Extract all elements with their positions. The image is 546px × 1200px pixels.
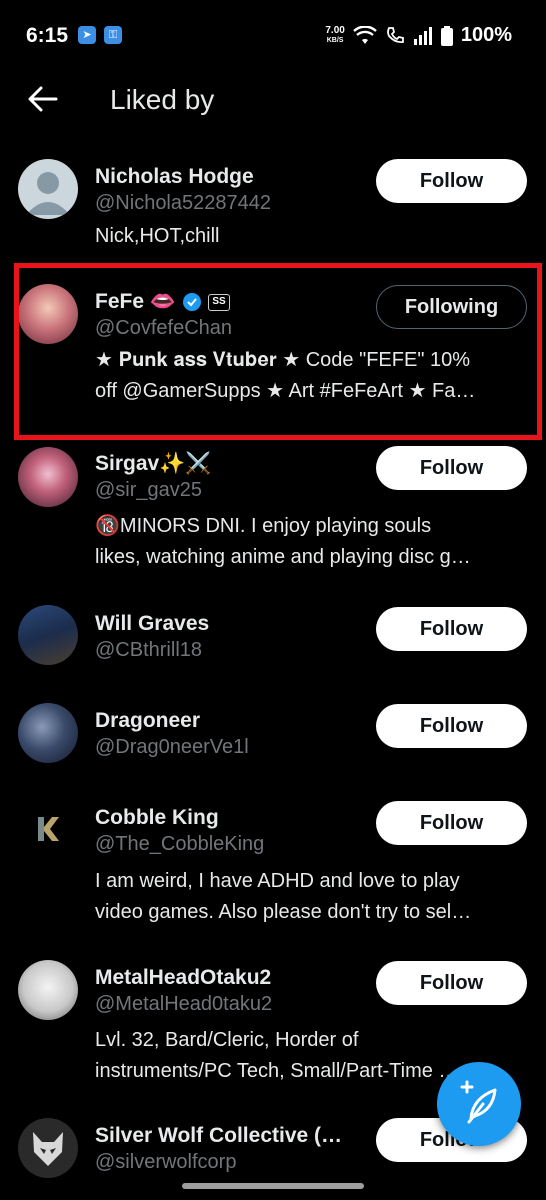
user-name-text: MetalHeadOtaku2	[95, 966, 272, 989]
avatar[interactable]	[18, 960, 78, 1020]
user-handle: @Drag0neerVe1l	[95, 736, 249, 758]
battery-percent: 100%	[460, 24, 512, 46]
user-handle: @CBthrill18	[95, 639, 203, 661]
user-name-text: Will Graves	[95, 612, 210, 635]
default-avatar-icon	[26, 172, 70, 215]
battery-icon	[440, 25, 453, 46]
user-name[interactable]: Cobble King	[95, 806, 219, 830]
cobble-k-logo-icon	[38, 817, 59, 841]
user-bio-line: likes, watching anime and playing disc g…	[95, 546, 471, 568]
user-bio: Nick,HOT,chill	[95, 221, 525, 252]
avatar[interactable]	[18, 799, 78, 859]
user-name-text: Silver Wolf Collective (…	[95, 1124, 343, 1147]
telegram-icon: ➤	[78, 26, 96, 44]
user-name-text: Cobble King	[95, 806, 219, 829]
user-name[interactable]: Dragoneer	[95, 709, 200, 733]
wolf-logo-icon	[18, 1118, 78, 1178]
avatar[interactable]	[18, 447, 78, 507]
user-handle: @Nichola52287442	[95, 192, 271, 214]
user-handle: @sir_gav25	[95, 479, 203, 501]
user-bio-line: Nick,HOT,chill	[95, 225, 220, 247]
user-handle: @silverwolfcorp	[95, 1151, 237, 1173]
network-speed-unit: KB/S	[326, 36, 344, 44]
header: Liked by	[0, 72, 546, 132]
avatar[interactable]	[18, 159, 78, 219]
user-bio-line: I am weird, I have ADHD and love to play	[95, 870, 460, 892]
status-time: 6:15	[26, 24, 69, 47]
user-name[interactable]: Nicholas Hodge	[95, 165, 254, 189]
follow-button[interactable]: Follow	[376, 961, 527, 1005]
user-bio-line: video games. Also please don't try to se…	[95, 901, 472, 923]
user-name-text: Nicholas Hodge	[95, 165, 254, 188]
user-name[interactable]: Sirgav✨⚔️	[95, 452, 212, 476]
status-icons: 7.00 KB/S 100%	[325, 24, 512, 47]
status-bar: 6:15 ➤ ⚿ 7.00 KB/S 100%	[0, 0, 546, 72]
user-name-text: Sirgav✨⚔️	[95, 452, 212, 475]
phone-call-icon	[386, 26, 404, 43]
compose-button[interactable]	[437, 1062, 521, 1146]
follow-button[interactable]: Follow	[376, 704, 527, 748]
user-bio: I am weird, I have ADHD and love to play…	[95, 866, 525, 928]
avatar[interactable]	[18, 1118, 78, 1178]
avatar[interactable]	[18, 605, 78, 665]
avatar[interactable]	[18, 703, 78, 763]
user-bio-line: Lvl. 32, Bard/Cleric, Horder of	[95, 1029, 359, 1051]
highlight-box	[14, 263, 542, 440]
user-name[interactable]: MetalHeadOtaku2	[95, 966, 271, 990]
network-speed-value: 7.00	[325, 24, 345, 36]
follow-button[interactable]: Follow	[376, 607, 527, 651]
user-name-text: Dragoneer	[95, 709, 201, 732]
key-icon: ⚿	[104, 26, 122, 44]
home-indicator[interactable]	[182, 1183, 364, 1189]
signal-icon	[413, 26, 432, 45]
compose-feather-icon	[460, 1080, 497, 1124]
user-name[interactable]: Silver Wolf Collective (…	[95, 1124, 342, 1148]
back-arrow-icon[interactable]	[26, 82, 60, 116]
user-handle: @The_CobbleKing	[95, 833, 265, 855]
user-handle: @MetalHead0taku2	[95, 993, 273, 1015]
user-name[interactable]: Will Graves	[95, 612, 209, 636]
follow-button[interactable]: Follow	[376, 801, 527, 845]
user-bio: 🔞MINORS DNI. I enjoy playing souls likes…	[95, 511, 525, 573]
wifi-icon	[353, 25, 377, 44]
follow-button[interactable]: Follow	[376, 446, 527, 490]
follow-button[interactable]: Follow	[376, 159, 527, 203]
user-bio-line: 🔞MINORS DNI. I enjoy playing souls	[95, 515, 432, 537]
network-speed: 7.00 KB/S	[325, 24, 345, 46]
page-title: Liked by	[110, 84, 215, 115]
